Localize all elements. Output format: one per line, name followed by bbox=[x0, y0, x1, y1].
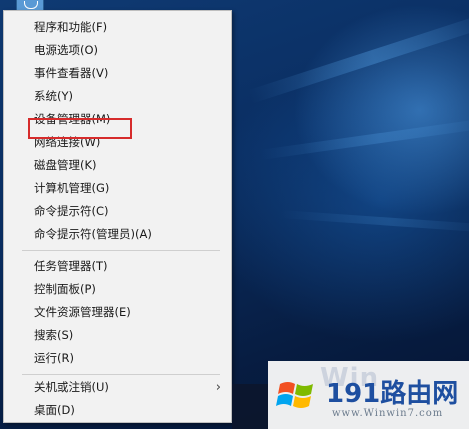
watermark-url: www.Winwin7.com bbox=[332, 408, 444, 419]
menu-separator bbox=[22, 250, 220, 251]
menu-item-task-manager[interactable]: 任务管理器(T) bbox=[4, 255, 231, 278]
menu-item-search[interactable]: 搜索(S) bbox=[4, 324, 231, 347]
menu-item-event-viewer[interactable]: 事件查看器(V) bbox=[4, 62, 231, 85]
menu-item-label: 命令提示符(C) bbox=[34, 204, 109, 218]
light-beam bbox=[259, 116, 469, 160]
menu-item-label: 电源选项(O) bbox=[34, 43, 99, 57]
chevron-right-icon: › bbox=[215, 380, 221, 395]
menu-item-label: 程序和功能(F) bbox=[34, 20, 108, 34]
highlight-annotation-box bbox=[28, 118, 132, 139]
menu-item-label: 磁盘管理(K) bbox=[34, 158, 97, 172]
light-beam bbox=[247, 9, 469, 104]
menu-item-command-prompt-admin[interactable]: 命令提示符(管理员)(A) bbox=[4, 223, 231, 246]
menu-item-control-panel[interactable]: 控制面板(P) bbox=[4, 278, 231, 301]
light-beam bbox=[279, 210, 469, 234]
menu-item-label: 桌面(D) bbox=[34, 403, 75, 417]
watermark-title: 191路由网 bbox=[326, 379, 459, 409]
menu-item-label: 命令提示符(管理员)(A) bbox=[34, 227, 152, 241]
windows-flag-icon bbox=[276, 382, 313, 408]
menu-item-label: 事件查看器(V) bbox=[34, 66, 109, 80]
menu-item-disk-management[interactable]: 磁盘管理(K) bbox=[4, 154, 231, 177]
menu-item-desktop[interactable]: 桌面(D) bbox=[4, 399, 231, 422]
windows-start-icon bbox=[24, 1, 38, 9]
menu-item-system[interactable]: 系统(Y) bbox=[4, 85, 231, 108]
menu-item-label: 运行(R) bbox=[34, 351, 74, 365]
menu-item-label: 文件资源管理器(E) bbox=[34, 305, 131, 319]
menu-item-run[interactable]: 运行(R) bbox=[4, 347, 231, 370]
site-watermark: Win 191路由网 www.Winwin7.com bbox=[268, 361, 469, 429]
menu-item-power-options[interactable]: 电源选项(O) bbox=[4, 39, 231, 62]
menu-separator bbox=[22, 374, 220, 375]
menu-item-label: 任务管理器(T) bbox=[34, 259, 108, 273]
winx-context-menu: 程序和功能(F) 电源选项(O) 事件查看器(V) 系统(Y) 设备管理器(M)… bbox=[3, 10, 232, 423]
menu-item-programs-features[interactable]: 程序和功能(F) bbox=[4, 16, 231, 39]
menu-item-file-explorer[interactable]: 文件资源管理器(E) bbox=[4, 301, 231, 324]
menu-item-shutdown-signout[interactable]: 关机或注销(U) › bbox=[4, 376, 231, 399]
menu-item-label: 计算机管理(G) bbox=[34, 181, 110, 195]
menu-item-computer-management[interactable]: 计算机管理(G) bbox=[4, 177, 231, 200]
menu-item-label: 搜索(S) bbox=[34, 328, 74, 342]
menu-item-label: 系统(Y) bbox=[34, 89, 73, 103]
menu-item-label: 关机或注销(U) bbox=[34, 380, 109, 394]
menu-item-command-prompt[interactable]: 命令提示符(C) bbox=[4, 200, 231, 223]
menu-item-label: 控制面板(P) bbox=[34, 282, 96, 296]
